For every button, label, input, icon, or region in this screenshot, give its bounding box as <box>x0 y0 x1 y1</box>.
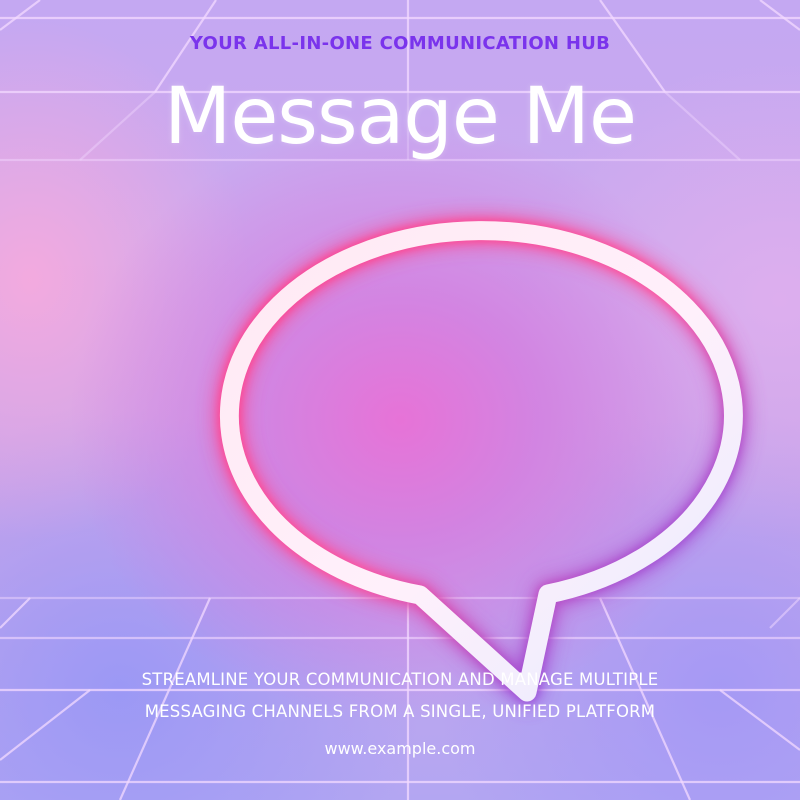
description-line-1: STREAMLINE YOUR COMMUNICATION AND MANAGE… <box>141 670 659 689</box>
description-line-2: MESSAGING CHANNELS FROM A SINGLE, UNIFIE… <box>144 702 656 721</box>
description: STREAMLINE YOUR COMMUNICATION AND MANAGE… <box>0 664 800 728</box>
website-url[interactable]: www.example.com <box>0 739 800 758</box>
poster: YOUR ALL-IN-ONE COMMUNICATION HUB Messag… <box>0 0 800 800</box>
